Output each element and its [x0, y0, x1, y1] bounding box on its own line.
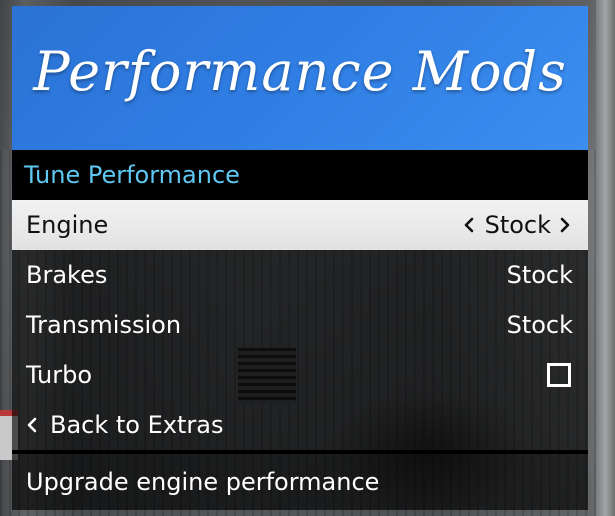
subtitle-bar: Tune Performance — [12, 150, 588, 200]
chevron-left-icon — [26, 413, 38, 437]
performance-mods-menu: Performance Mods Tune Performance Engine… — [12, 6, 588, 510]
menu-item-transmission[interactable]: Transmission Stock — [12, 300, 588, 350]
menu-item-turbo[interactable]: Turbo — [12, 350, 588, 400]
banner-title: Performance Mods — [33, 40, 567, 103]
menu-item-label: Brakes — [26, 261, 108, 289]
metal-pipe — [596, 0, 615, 516]
menu-item-brakes[interactable]: Brakes Stock — [12, 250, 588, 300]
menu-item-label: Turbo — [26, 361, 93, 389]
menu-item-label: Engine — [26, 211, 109, 239]
menu-items: Engine Stock Brakes Stock Transmission S… — [12, 200, 588, 450]
engine-selector[interactable]: Stock — [463, 211, 573, 239]
menu-subtitle: Tune Performance — [24, 161, 240, 189]
menu-item-value: Stock — [484, 211, 551, 239]
chevron-left-icon[interactable] — [463, 213, 477, 237]
chevron-right-icon[interactable] — [559, 213, 573, 237]
menu-item-label: Transmission — [26, 311, 182, 339]
back-label-wrap: Back to Extras — [26, 411, 223, 439]
back-label: Back to Extras — [50, 411, 224, 439]
turbo-checkbox[interactable] — [547, 363, 571, 387]
menu-banner: Performance Mods — [12, 6, 588, 150]
menu-item-value: Stock — [506, 311, 573, 339]
menu-item-value: Stock — [506, 261, 573, 289]
menu-item-engine[interactable]: Engine Stock — [12, 200, 588, 250]
back-to-extras-button[interactable]: Back to Extras — [12, 400, 588, 450]
item-description: Upgrade engine performance — [12, 454, 588, 510]
